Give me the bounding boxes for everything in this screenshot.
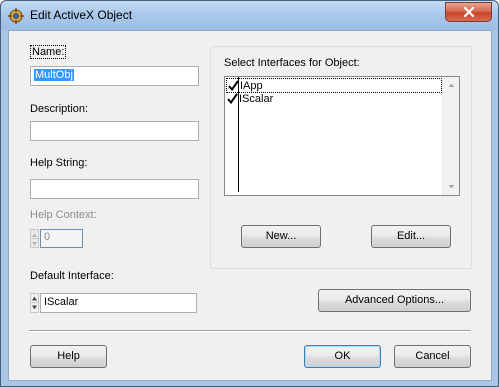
checkmark-icon[interactable] [227, 92, 238, 105]
interfaces-group-label: Select Interfaces for Object: [224, 57, 360, 69]
dialog-client-area: Name: MultObj Description: Help String: … [8, 30, 492, 381]
title-bar[interactable]: Edit ActiveX Object [1, 1, 498, 30]
help-context-field: 0 [40, 229, 83, 248]
interface-label: IApp [240, 80, 263, 92]
help-context-value: 0 [44, 231, 51, 243]
activex-gear-icon [8, 8, 24, 24]
default-interface-spinner[interactable] [30, 293, 39, 313]
scroll-up-arrow-icon[interactable] [443, 77, 460, 94]
dialog-window: Edit ActiveX Object Name: MultObj Descri… [0, 0, 499, 387]
help-string-field[interactable] [30, 179, 199, 199]
list-item[interactable]: IApp [226, 78, 442, 93]
spin-up-arrow-icon [31, 230, 38, 239]
interface-label: IScalar [239, 93, 274, 105]
help-string-label: Help String: [30, 157, 88, 169]
advanced-options-button[interactable]: Advanced Options... [318, 289, 471, 312]
scroll-down-arrow-icon[interactable] [443, 178, 460, 195]
description-label: Description: [30, 103, 89, 115]
name-value: MultObj [34, 69, 74, 81]
default-interface-value: IScalar [44, 296, 79, 308]
description-field[interactable] [30, 121, 199, 141]
name-field[interactable]: MultObj [30, 66, 199, 86]
edit-interface-button[interactable]: Edit... [371, 225, 451, 248]
spin-up-arrow-icon[interactable] [31, 294, 38, 303]
interfaces-list[interactable]: IApp IScalar [224, 76, 460, 196]
help-button[interactable]: Help [30, 345, 107, 368]
help-context-spinner [30, 229, 39, 248]
close-icon [463, 6, 475, 18]
name-label: Name: [30, 45, 67, 59]
window-title: Edit ActiveX Object [30, 8, 133, 22]
ok-button[interactable]: OK [304, 345, 381, 368]
list-scrollbar[interactable] [442, 77, 459, 195]
close-button[interactable] [445, 2, 492, 22]
default-interface-field[interactable]: IScalar [40, 293, 197, 313]
default-interface-label: Default Interface: [30, 270, 114, 282]
new-interface-button[interactable]: New... [241, 225, 321, 248]
separator [29, 330, 471, 332]
spin-down-arrow-icon[interactable] [31, 303, 38, 312]
cancel-button[interactable]: Cancel [394, 345, 471, 368]
spin-down-arrow-icon [31, 239, 38, 248]
list-item[interactable]: IScalar [226, 92, 442, 107]
checkmark-icon[interactable] [228, 79, 239, 92]
help-context-label: Help Context: [30, 209, 97, 221]
